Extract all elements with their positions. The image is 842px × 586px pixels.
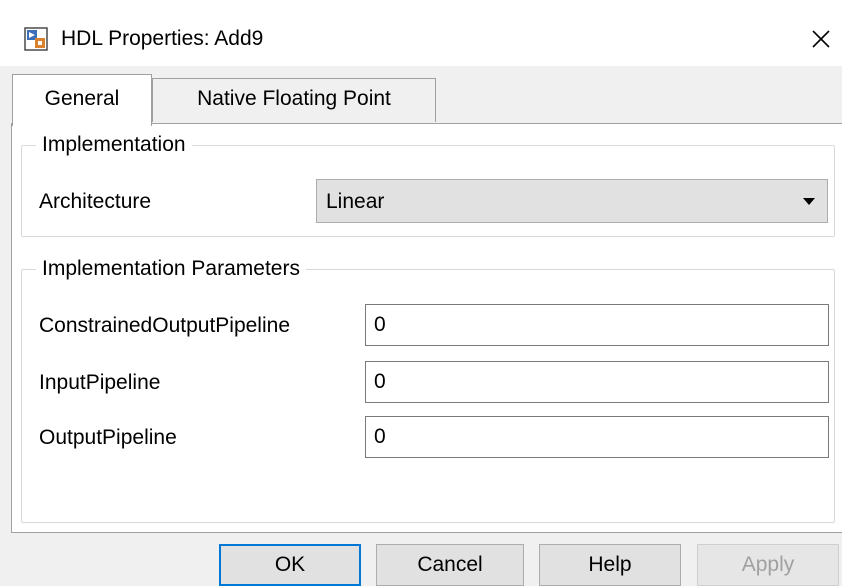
implementation-group: Implementation Architecture Linear xyxy=(21,132,835,237)
ok-button[interactable]: OK xyxy=(219,544,361,586)
hdl-properties-app-icon xyxy=(24,27,48,51)
chevron-down-icon xyxy=(803,198,815,205)
implementation-parameters-group: Implementation Parameters ConstrainedOut… xyxy=(21,256,835,523)
tab-native-floating-point[interactable]: Native Floating Point xyxy=(152,78,436,122)
architecture-select-value: Linear xyxy=(326,190,385,213)
dialog-body: General Native Floating Point Implementa… xyxy=(0,66,842,586)
architecture-select[interactable]: Linear xyxy=(316,179,828,223)
apply-button[interactable]: Apply xyxy=(697,544,839,586)
output-pipeline-label: OutputPipeline xyxy=(39,426,177,449)
architecture-label: Architecture xyxy=(39,190,152,213)
output-pipeline-field[interactable] xyxy=(365,416,829,458)
cancel-button[interactable]: Cancel xyxy=(376,544,524,586)
help-button[interactable]: Help xyxy=(539,544,681,586)
input-pipeline-field[interactable] xyxy=(365,361,829,403)
tab-strip: General Native Floating Point xyxy=(0,66,842,126)
input-pipeline-label: InputPipeline xyxy=(39,371,161,394)
implementation-group-title: Implementation xyxy=(36,132,192,158)
close-icon[interactable] xyxy=(804,22,838,56)
tab-general[interactable]: General xyxy=(12,74,152,126)
title-bar: HDL Properties: Add9 xyxy=(0,0,842,66)
tab-panel-general: Implementation Architecture Linear Imple… xyxy=(11,123,842,533)
constrained-output-pipeline-field[interactable] xyxy=(365,304,829,346)
window-title: HDL Properties: Add9 xyxy=(61,27,264,50)
constrained-output-pipeline-label: ConstrainedOutputPipeline xyxy=(39,314,290,337)
implementation-parameters-group-title: Implementation Parameters xyxy=(36,256,306,282)
